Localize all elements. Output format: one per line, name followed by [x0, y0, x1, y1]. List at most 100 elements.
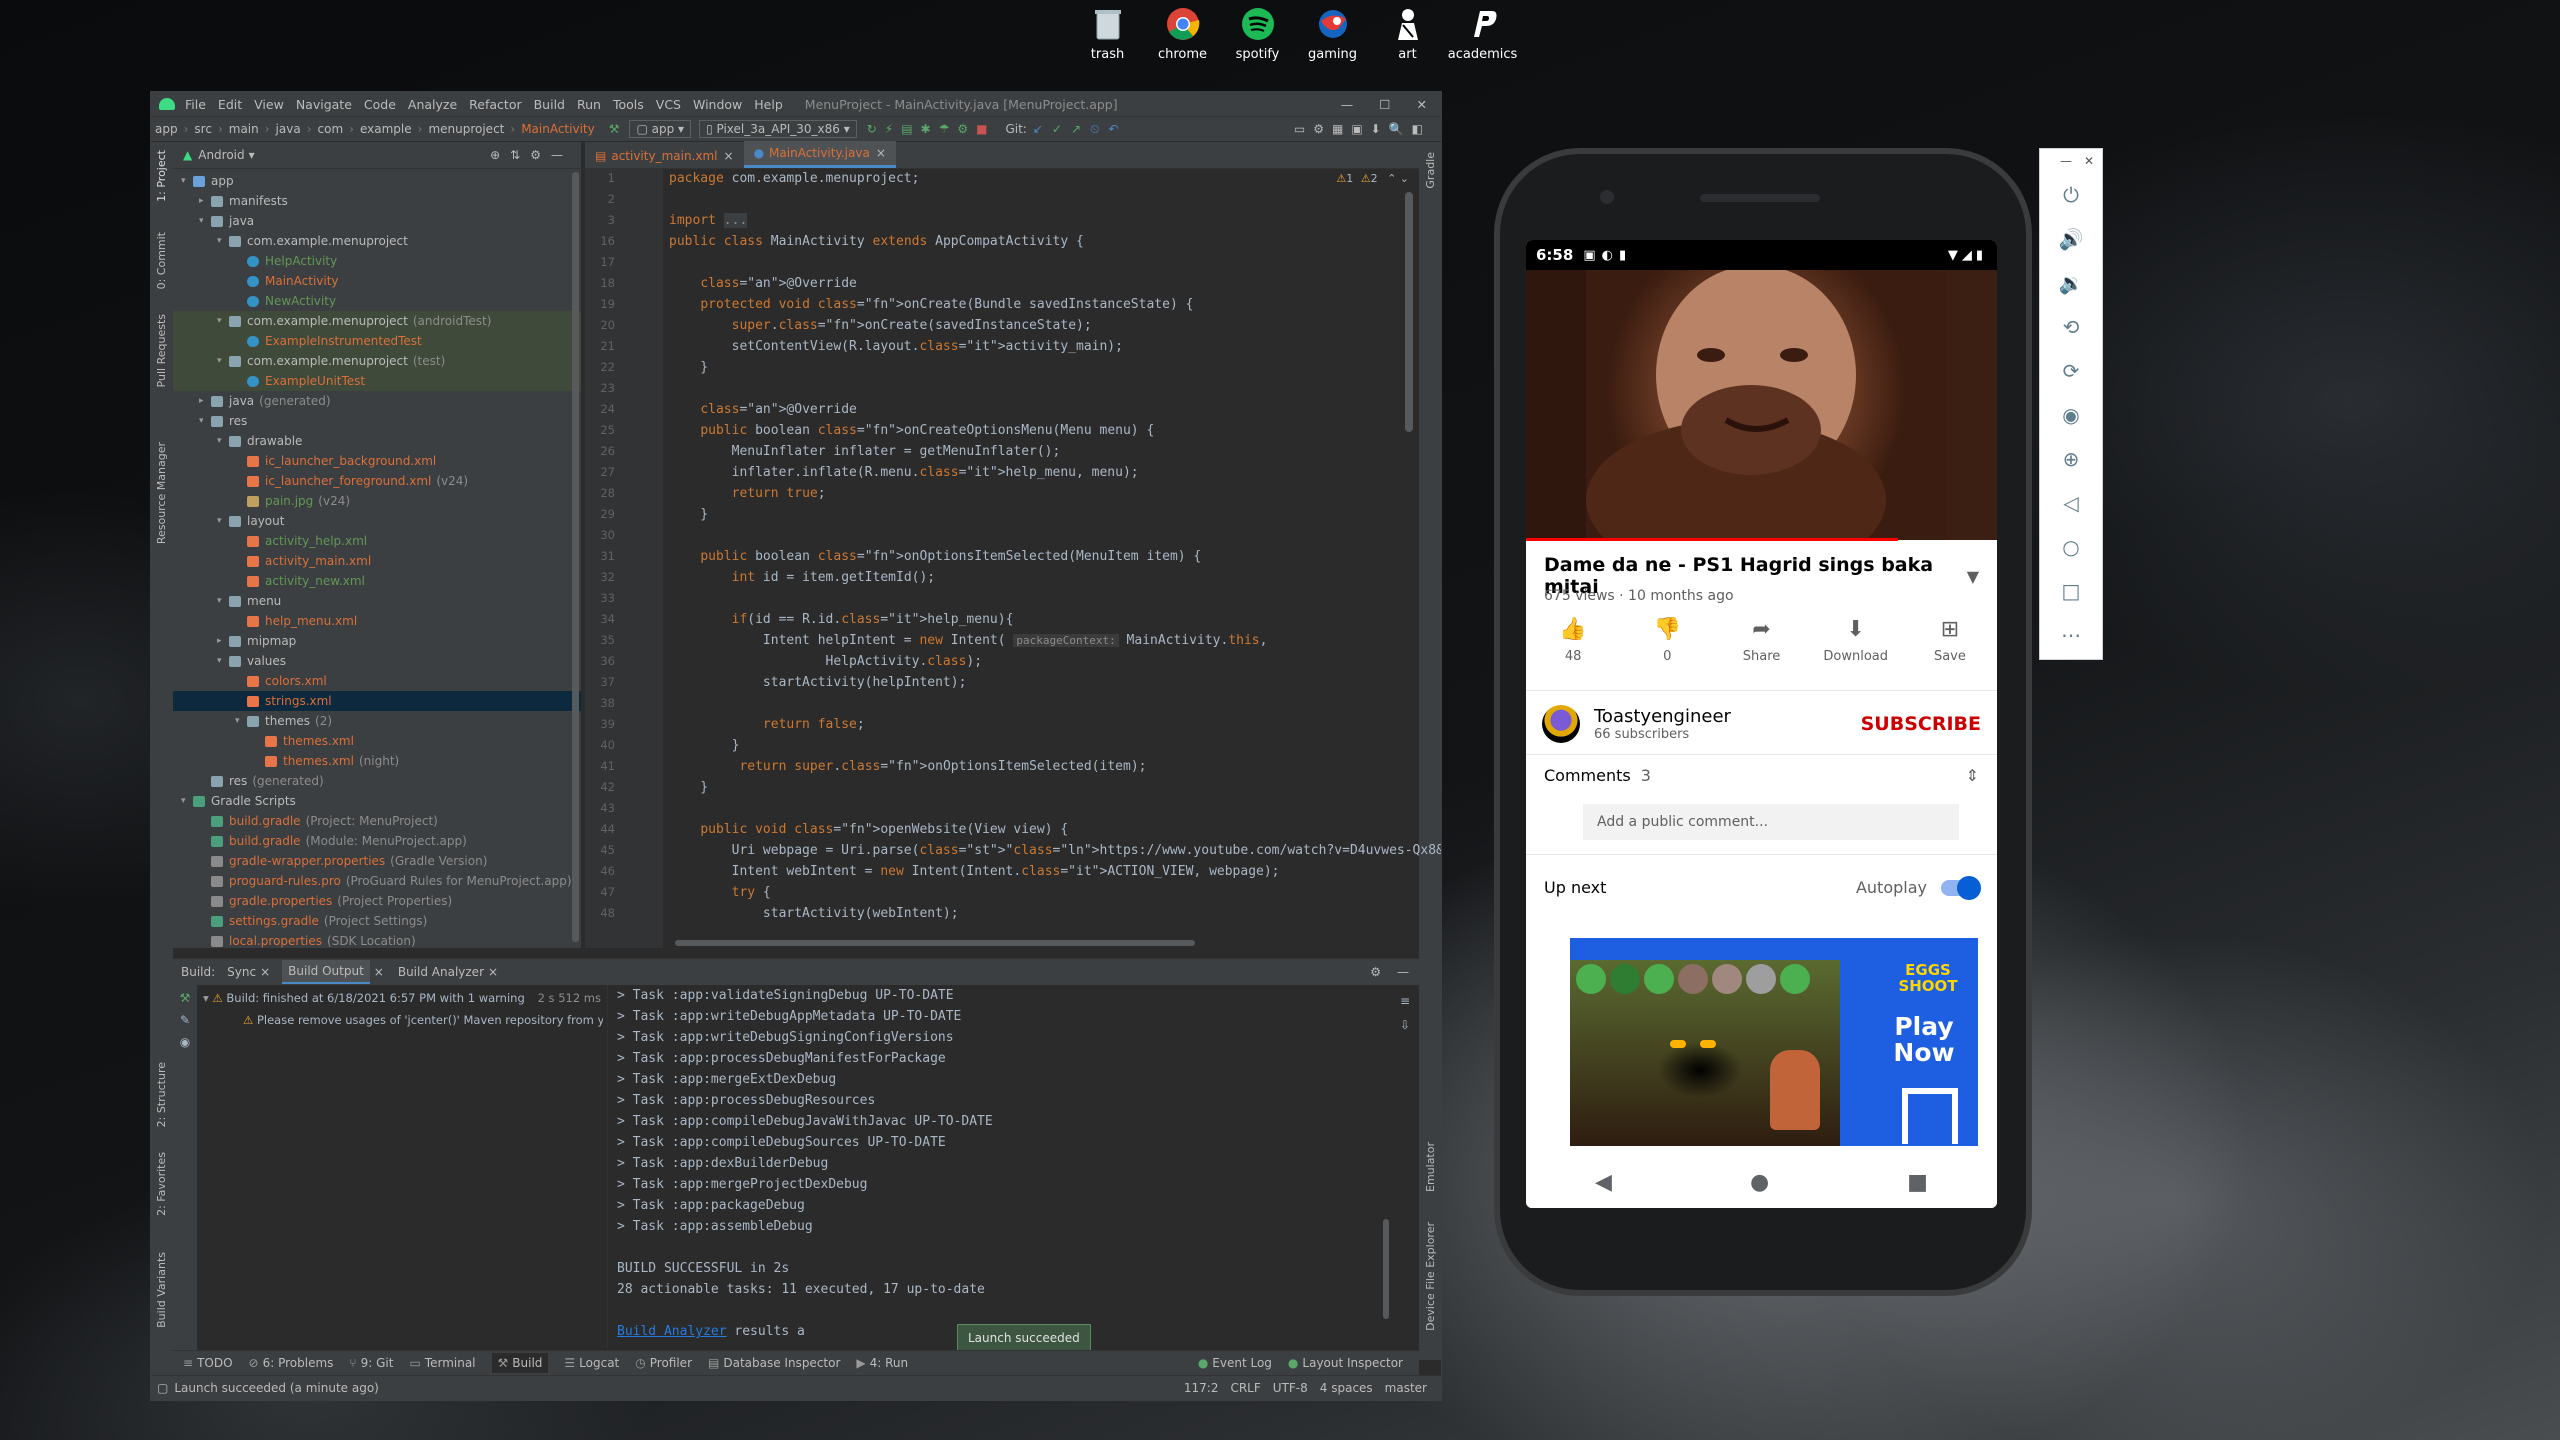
power-icon[interactable]: ⏻	[2040, 173, 2102, 217]
build-analyzer-link[interactable]: Build Analyzer	[617, 1324, 727, 1339]
rotate-right-icon[interactable]: ⟳	[2040, 349, 2102, 393]
build-right-toolbar[interactable]: ≡ ⇩	[1395, 989, 1415, 1037]
tree-item[interactable]: ▾ com.example.menuproject (androidTest)	[173, 311, 581, 331]
tree-item[interactable]: ic_launcher_background.xml	[173, 451, 581, 471]
camera-icon[interactable]: ◉	[2040, 393, 2102, 437]
comments-row[interactable]: Comments 3 ⇕	[1544, 766, 1979, 785]
code-line[interactable]: return super.class="fn">onOptionsItemSel…	[669, 756, 1399, 777]
emulator-tool-label[interactable]: Emulator	[1424, 1142, 1437, 1192]
pull-requests-tool-label[interactable]: Pull Requests	[155, 314, 168, 387]
menu-code[interactable]: Code	[364, 97, 396, 112]
tool-git[interactable]: ⑂ 9: Git	[349, 1356, 393, 1370]
code-line[interactable]	[669, 189, 1399, 210]
tab-main-activity-java[interactable]: ● MainActivity.java ×	[743, 141, 896, 168]
chevron-down-icon[interactable]: ▾	[235, 716, 247, 726]
code-line[interactable]: protected void class="fn">onCreate(Bundl…	[669, 294, 1399, 315]
code-line[interactable]: setContentView(R.layout.class="it">activ…	[669, 336, 1399, 357]
minimize-icon[interactable]: —	[1341, 97, 1354, 112]
menu-help[interactable]: Help	[754, 97, 783, 112]
pin-icon[interactable]: ✎	[173, 1013, 197, 1027]
breadcrumb-item[interactable]: src	[194, 122, 212, 136]
chevron-down-icon[interactable]: ▾	[217, 356, 229, 366]
channel-name[interactable]: Toastyengineer	[1594, 706, 1731, 727]
chevron-right-icon[interactable]: ▸	[217, 636, 229, 646]
run-config-select[interactable]: ▢ app ▾	[629, 120, 692, 138]
tree-item[interactable]: ▾ com.example.menuproject	[173, 231, 581, 251]
code-line[interactable]: }	[669, 777, 1399, 798]
code-line[interactable]: return false;	[669, 714, 1399, 735]
menu-analyze[interactable]: Analyze	[408, 97, 457, 112]
tree-item[interactable]: activity_new.xml	[173, 571, 581, 591]
gear-icon[interactable]: ⚙	[1370, 965, 1381, 979]
tree-item[interactable]: gradle-wrapper.properties (Gradle Version…	[173, 851, 581, 871]
code-line[interactable]: import ...	[669, 210, 1399, 231]
close-icon[interactable]: ✕	[2084, 154, 2094, 168]
tool-database-inspector[interactable]: ▤ Database Inspector	[708, 1356, 840, 1370]
status-item[interactable]: UTF-8	[1273, 1381, 1308, 1395]
code-line[interactable]: }	[669, 504, 1399, 525]
code-line[interactable]: class="an">@Override	[669, 273, 1399, 294]
menu-tools[interactable]: Tools	[613, 97, 644, 112]
tree-item[interactable]: themes.xml	[173, 731, 581, 751]
comment-input[interactable]: Add a public comment...	[1583, 804, 1959, 840]
nav-back-icon[interactable]: ◀	[1595, 1170, 1612, 1195]
git-actions[interactable]: ↙✓↗⏲↶	[1033, 122, 1128, 137]
code-line[interactable]	[669, 525, 1399, 546]
tree-item[interactable]: settings.gradle (Project Settings)	[173, 911, 581, 931]
desktop-icon-chrome[interactable]: chrome	[1145, 5, 1220, 62]
code-line[interactable]: class="an">@Override	[669, 399, 1399, 420]
status-item[interactable]: master	[1385, 1381, 1427, 1395]
tree-item[interactable]: activity_main.xml	[173, 551, 581, 571]
chevron-down-icon[interactable]: ▾	[217, 596, 229, 606]
tree-item[interactable]: local.properties (SDK Location)	[173, 931, 581, 951]
tree-item[interactable]: ic_launcher_foreground.xml (v24)	[173, 471, 581, 491]
chevron-down-icon[interactable]: ▾	[217, 656, 229, 666]
tree-item[interactable]: ▾ values	[173, 651, 581, 671]
close-icon[interactable]: ✕	[1417, 97, 1427, 112]
code-line[interactable]: startActivity(helpIntent);	[669, 672, 1399, 693]
more-icon[interactable]: ⋯	[2040, 613, 2102, 657]
chevron-down-icon[interactable]: ▾	[199, 216, 211, 226]
tree-item[interactable]: ▾ java	[173, 211, 581, 231]
menu-window[interactable]: Window	[693, 97, 742, 112]
code-line[interactable]	[669, 588, 1399, 609]
tree-item[interactable]: build.gradle (Module: MenuProject.app)	[173, 831, 581, 851]
code-line[interactable]: try {	[669, 882, 1399, 903]
chevron-right-icon[interactable]: ▸	[199, 196, 211, 206]
commit-tool-label[interactable]: 0: Commit	[155, 232, 168, 289]
expand-comments-icon[interactable]: ⇕	[1966, 766, 1979, 785]
code-line[interactable]: if(id == R.id.class="it">help_menu){	[669, 609, 1399, 630]
channel-avatar[interactable]	[1542, 705, 1580, 743]
tree-item[interactable]: ▾ Gradle Scripts	[173, 791, 581, 811]
chevron-down-icon[interactable]: ▾	[217, 436, 229, 446]
menu-build[interactable]: Build	[534, 97, 565, 112]
subscribe-button[interactable]: SUBSCRIBE	[1861, 713, 1981, 735]
tree-item[interactable]: ▾ menu	[173, 591, 581, 611]
tree-item[interactable]: build.gradle (Project: MenuProject)	[173, 811, 581, 831]
code-line[interactable]: Uri webpage = Uri.parse(class="st">"clas…	[669, 840, 1441, 861]
tree-item[interactable]: ▾ drawable	[173, 431, 581, 451]
hammer-icon[interactable]: ⚒	[173, 991, 197, 1005]
status-item[interactable]: CRLF	[1230, 1381, 1260, 1395]
chevron-right-icon[interactable]: ▸	[199, 396, 211, 406]
code-line[interactable]: package com.example.menuproject;	[669, 168, 1399, 189]
volume-down-icon[interactable]: 🔉	[2040, 261, 2102, 305]
maximize-icon[interactable]: ☐	[1379, 97, 1390, 112]
project-panel-actions[interactable]: ⊕⇅⚙—	[490, 148, 581, 162]
rotate-left-icon[interactable]: ⟲	[2040, 305, 2102, 349]
tree-item[interactable]: ▾ app	[173, 171, 581, 191]
project-tool-label[interactable]: 1: Project	[155, 150, 168, 202]
toolbar-right-icons[interactable]: ▭⚙▦▣⬇🔍◧	[1294, 122, 1441, 136]
tool-run[interactable]: ▶ 4: Run	[856, 1356, 908, 1370]
channel-row[interactable]: Toastyengineer 66 subscribers SUBSCRIBE	[1542, 702, 1981, 746]
tool-layout-inspector[interactable]: ● Layout Inspector	[1288, 1356, 1403, 1370]
code-line[interactable]	[669, 798, 1399, 819]
code-line[interactable]: int id = item.getItemId();	[669, 567, 1399, 588]
tree-item[interactable]: pain.jpg (v24)	[173, 491, 581, 511]
desktop-icon-gaming[interactable]: gaming	[1295, 5, 1370, 62]
hammer-icon[interactable]: ⚒	[609, 122, 620, 136]
tree-item[interactable]: ▾ com.example.menuproject (test)	[173, 351, 581, 371]
menu-vcs[interactable]: VCS	[656, 97, 681, 112]
menu-view[interactable]: View	[254, 97, 284, 112]
tool-todo[interactable]: ≡ TODO	[183, 1356, 233, 1370]
